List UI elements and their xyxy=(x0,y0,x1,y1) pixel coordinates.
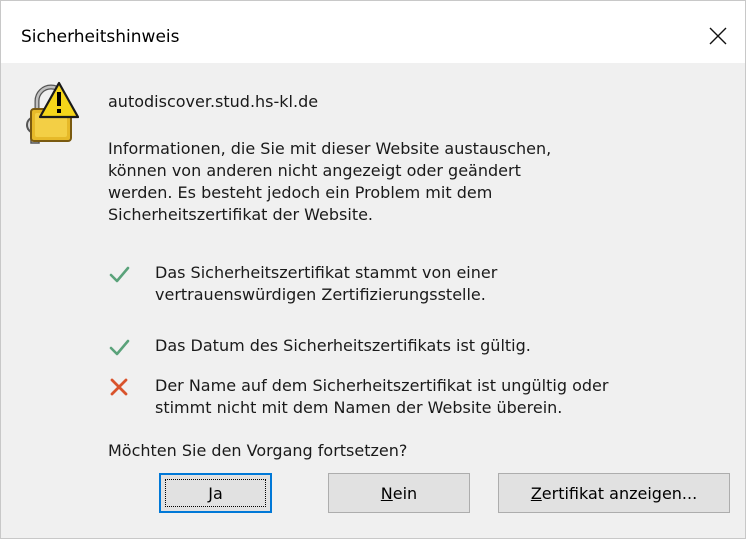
dialog-title: Sicherheitshinweis xyxy=(21,27,180,47)
continue-question: Möchten Sie den Vorgang fortsetzen? xyxy=(108,441,408,460)
view-certificate-mnemonic: Z xyxy=(530,483,542,503)
yes-button[interactable]: Ja xyxy=(159,473,272,513)
no-mnemonic: N xyxy=(380,483,393,503)
check-item-text: Das Datum des Sicherheitszertifikats ist… xyxy=(155,336,531,355)
lock-warning-icon xyxy=(26,81,79,144)
dialog-body: autodiscover.stud.hs-kl.de Informationen… xyxy=(1,63,745,538)
checkmark-icon xyxy=(109,339,130,356)
security-description: Informationen, die Sie mit dieser Websit… xyxy=(108,139,552,224)
cross-icon xyxy=(110,378,128,396)
title-bar: Sicherheitshinweis xyxy=(1,1,745,63)
website-host: autodiscover.stud.hs-kl.de xyxy=(108,92,319,111)
check-item-text: Der Name auf dem Sicherheitszertifikat i… xyxy=(155,376,609,417)
view-certificate-button[interactable]: Zertifikat anzeigen... xyxy=(498,473,730,513)
close-icon xyxy=(709,27,727,45)
focus-rectangle xyxy=(165,479,266,507)
close-button[interactable] xyxy=(699,19,737,53)
checkmark-icon xyxy=(109,266,130,283)
check-item-text: Das Sicherheitszertifikat stammt von ein… xyxy=(155,263,498,304)
no-button[interactable]: Nein xyxy=(328,473,470,513)
security-alert-dialog: Sicherheitshinweis autodiscover.stud.hs-… xyxy=(0,0,746,539)
view-certificate-label: ertifikat anzeigen... xyxy=(541,483,698,503)
no-label: ein xyxy=(392,483,418,503)
